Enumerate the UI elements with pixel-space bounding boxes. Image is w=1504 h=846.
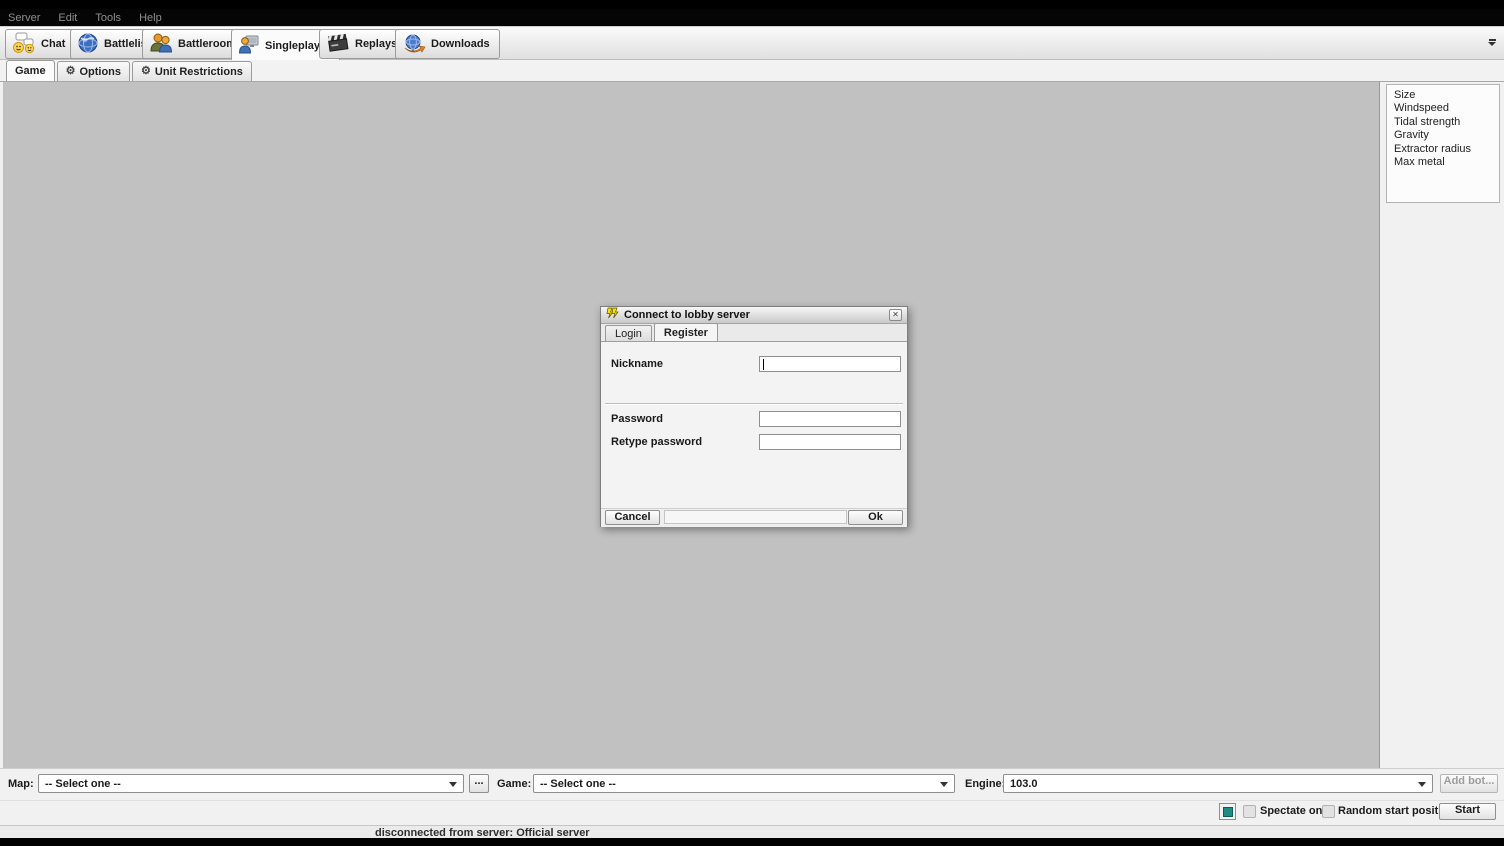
dialog-tab-login[interactable]: Login	[605, 325, 652, 341]
subtab-options-label: Options	[79, 66, 121, 78]
map-info-gravity: Gravity	[1394, 129, 1499, 142]
retype-password-label: Retype password	[611, 436, 702, 448]
dialog-tab-register[interactable]: Register	[654, 323, 718, 341]
map-info-maxmetal: Max metal	[1394, 156, 1499, 169]
toolbar-overflow-icon[interactable]	[1486, 39, 1498, 49]
singleplayer-icon	[238, 33, 260, 58]
dialog-tabs: Login Register	[601, 324, 907, 342]
singleplayer-subtabs: Game ⚙ Options ⚙ Unit Restrictions	[0, 60, 1504, 82]
menu-bar: Server Edit Tools Help	[0, 9, 1504, 26]
text-caret	[763, 359, 764, 370]
battle-setup-bar: Map: -- Select one -- ... Game: -- Selec…	[0, 768, 1504, 825]
status-bar: disconnected from server: Official serve…	[0, 825, 1504, 838]
dialog-footer: Cancel Ok	[601, 508, 907, 527]
map-info-windspeed: Windspeed	[1394, 102, 1499, 115]
subtab-unit-restrictions[interactable]: ⚙ Unit Restrictions	[132, 61, 252, 81]
team-color-swatch	[1223, 807, 1233, 817]
subtab-options[interactable]: ⚙ Options	[57, 61, 130, 81]
chevron-down-icon	[940, 782, 948, 787]
lightning-icon	[606, 306, 619, 324]
cancel-button[interactable]: Cancel	[605, 510, 660, 525]
map-info-panel: Size Windspeed Tidal strength Gravity Ex…	[1386, 84, 1500, 203]
retype-password-field[interactable]	[759, 434, 901, 450]
main-toolbar: Chat Battlelist Battleroom	[0, 26, 1504, 60]
gear-icon: ⚙	[66, 66, 76, 77]
globe-icon	[77, 32, 99, 57]
app-window: Server Edit Tools Help Chat	[0, 0, 1504, 846]
game-label: Game:	[497, 778, 531, 790]
close-icon[interactable]: ✕	[889, 309, 902, 321]
team-color-button[interactable]	[1219, 803, 1236, 820]
connection-status: disconnected from server: Official serve…	[375, 827, 590, 839]
game-select[interactable]: -- Select one --	[533, 774, 955, 793]
map-info-extractor: Extractor radius	[1394, 143, 1499, 156]
subtab-game-label: Game	[15, 65, 46, 77]
menu-edit[interactable]: Edit	[58, 12, 77, 24]
map-info-size: Size	[1394, 89, 1499, 102]
password-label: Password	[611, 413, 663, 425]
tab-chat[interactable]: Chat	[5, 29, 75, 59]
menu-server[interactable]: Server	[8, 12, 40, 24]
map-select[interactable]: -- Select one --	[38, 774, 464, 793]
dialog-separator	[605, 403, 903, 405]
tab-chat-label: Chat	[41, 38, 65, 50]
chat-icon	[12, 32, 36, 57]
nickname-field[interactable]	[759, 356, 901, 372]
gear-icon: ⚙	[141, 66, 151, 77]
users-icon	[149, 32, 173, 57]
menu-help[interactable]: Help	[139, 12, 162, 24]
subtab-unit-restrictions-label: Unit Restrictions	[155, 66, 243, 78]
tab-downloads-label: Downloads	[431, 38, 490, 50]
map-browse-button[interactable]: ...	[469, 774, 489, 793]
subtab-game[interactable]: Game	[6, 60, 55, 81]
password-field[interactable]	[759, 411, 901, 427]
dialog-title: Connect to lobby server	[624, 309, 889, 321]
progress-gauge	[664, 510, 847, 524]
dialog-body: Nickname Password Retype password	[601, 342, 907, 508]
map-label: Map:	[8, 778, 34, 790]
chevron-down-icon	[449, 782, 457, 787]
map-info-tidal: Tidal strength	[1394, 116, 1499, 129]
dialog-titlebar[interactable]: Connect to lobby server ✕	[601, 307, 907, 324]
nickname-label: Nickname	[611, 358, 663, 370]
menu-tools[interactable]: Tools	[95, 12, 121, 24]
start-button[interactable]: Start	[1439, 803, 1496, 820]
engine-label: Engine:	[965, 778, 1005, 790]
ok-button[interactable]: Ok	[848, 510, 903, 525]
download-globe-icon	[402, 32, 426, 57]
engine-select[interactable]: 103.0	[1003, 774, 1433, 793]
chevron-down-icon	[1418, 782, 1426, 787]
clapperboard-icon	[326, 32, 350, 57]
add-bot-button[interactable]: Add bot...	[1440, 774, 1498, 793]
tab-downloads[interactable]: Downloads	[395, 29, 500, 59]
tab-replays-label: Replays	[355, 38, 397, 50]
tab-battleroom-label: Battleroom	[178, 38, 236, 50]
spectate-only-checkbox[interactable]	[1243, 805, 1256, 818]
connect-dialog: Connect to lobby server ✕ Login Register…	[600, 306, 908, 527]
random-start-checkbox[interactable]	[1322, 805, 1335, 818]
tab-replays[interactable]: Replays	[319, 29, 407, 59]
spectate-only-label: Spectate only	[1260, 805, 1332, 817]
